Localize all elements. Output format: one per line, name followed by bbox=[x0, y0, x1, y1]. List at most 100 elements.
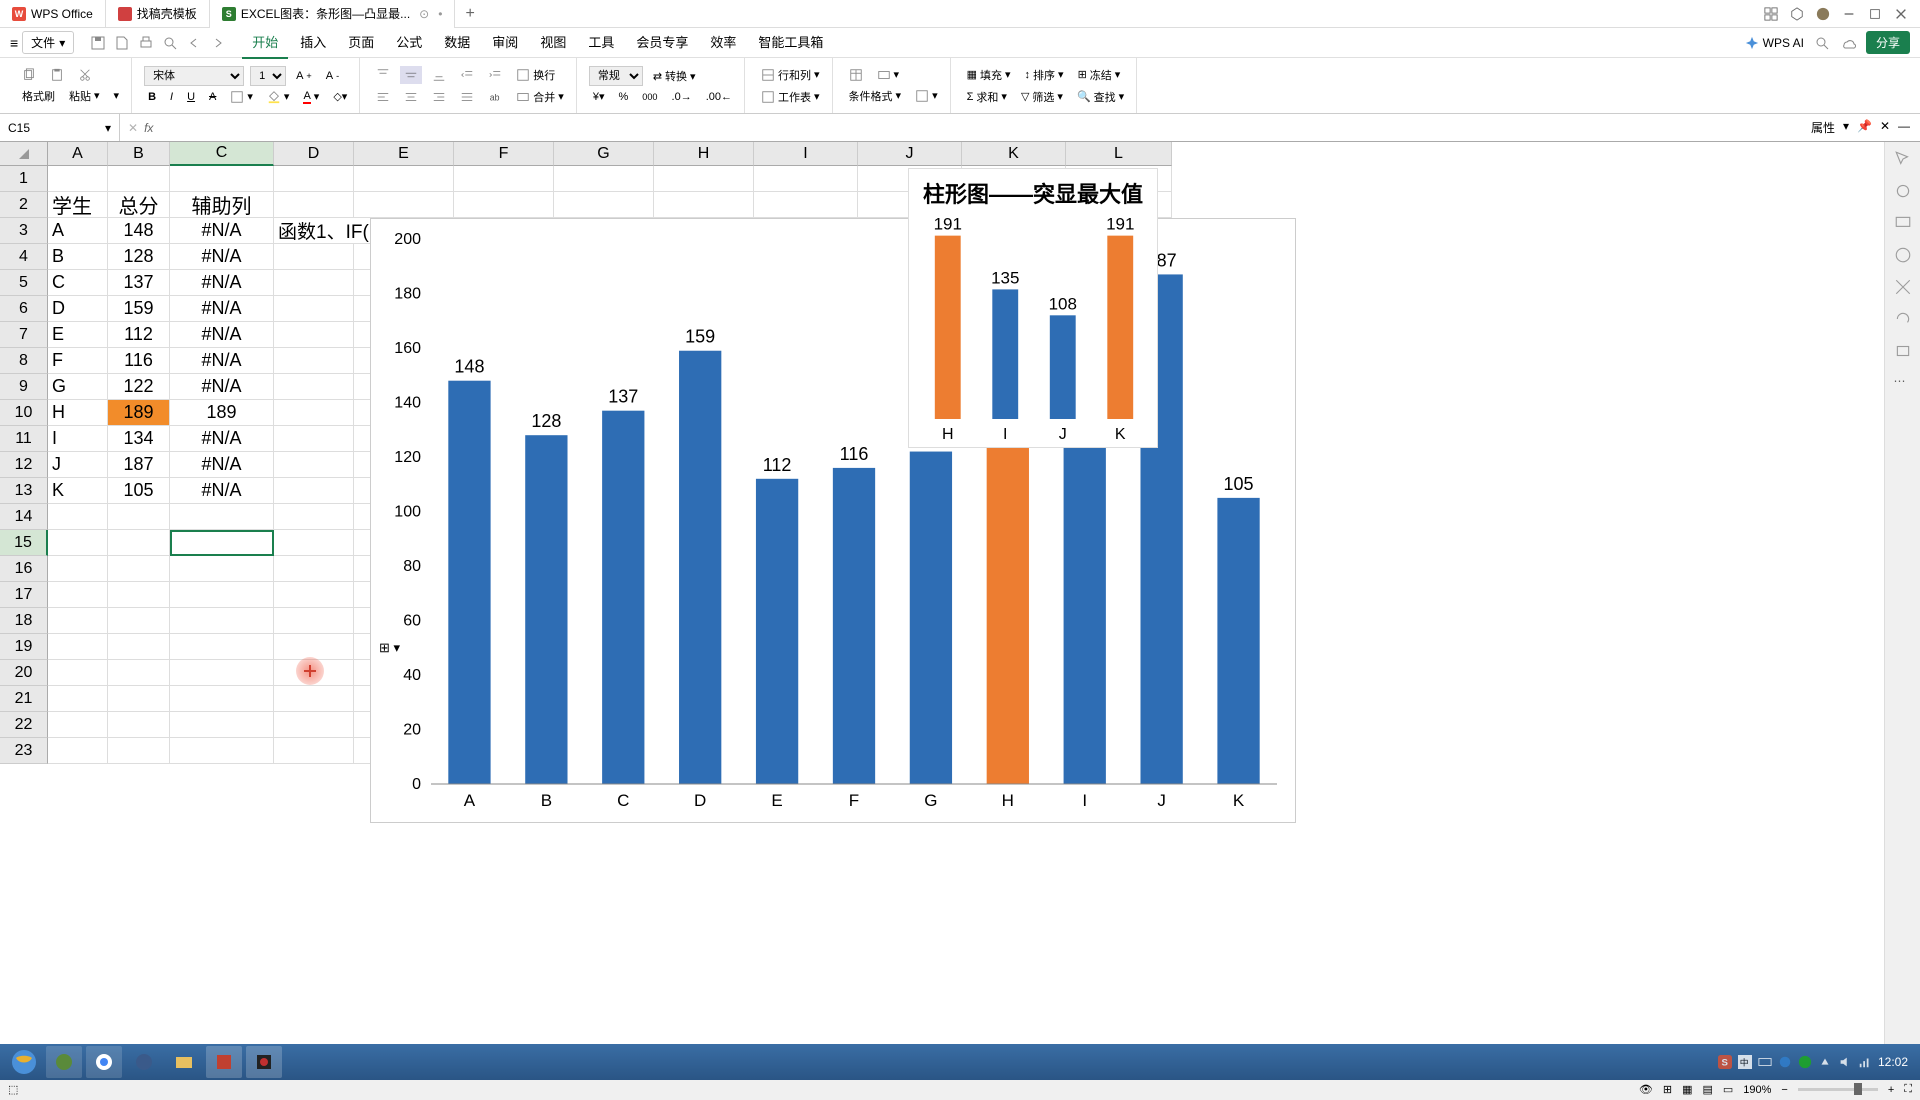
cell-D10[interactable] bbox=[274, 400, 354, 426]
row-header-18[interactable]: 18 bbox=[0, 608, 48, 634]
cell-B2[interactable]: 总分 bbox=[108, 192, 170, 218]
cell-B10[interactable]: 189 bbox=[108, 400, 170, 426]
cell-C5[interactable]: #N/A bbox=[170, 270, 274, 296]
clipboard-more[interactable]: ▾ bbox=[110, 87, 124, 104]
cell-A23[interactable] bbox=[48, 738, 108, 764]
tray-wechat-icon[interactable] bbox=[1798, 1055, 1812, 1069]
hex-icon[interactable] bbox=[1790, 7, 1804, 21]
avatar-icon[interactable] bbox=[1816, 7, 1830, 21]
align-top-button[interactable] bbox=[372, 66, 394, 84]
cell-D21[interactable] bbox=[274, 686, 354, 712]
cell-B15[interactable] bbox=[108, 530, 170, 556]
orientation-button[interactable]: ab bbox=[484, 88, 506, 106]
currency-button[interactable]: ¥▾ bbox=[589, 88, 609, 105]
align-center-button[interactable] bbox=[400, 88, 422, 106]
increase-font-button[interactable]: A+ bbox=[292, 68, 316, 84]
cell-D11[interactable] bbox=[274, 426, 354, 452]
tray-speaker-icon[interactable] bbox=[1838, 1055, 1852, 1069]
row-header-13[interactable]: 13 bbox=[0, 478, 48, 504]
export-icon[interactable] bbox=[114, 35, 130, 51]
cell-B14[interactable] bbox=[108, 504, 170, 530]
cell-E1[interactable] bbox=[354, 166, 454, 192]
border-button[interactable]: ▾ bbox=[226, 88, 257, 106]
table-style-button[interactable] bbox=[845, 66, 867, 84]
rect-icon[interactable] bbox=[1894, 342, 1912, 360]
cell-C12[interactable]: #N/A bbox=[170, 452, 274, 478]
cell-D7[interactable] bbox=[274, 322, 354, 348]
cell-C21[interactable] bbox=[170, 686, 274, 712]
row-col-button[interactable]: 行和列▾ bbox=[757, 65, 824, 85]
menu-tab-1[interactable]: 插入 bbox=[290, 26, 336, 59]
cell-A16[interactable] bbox=[48, 556, 108, 582]
tab-menu-icon[interactable]: ⊙ bbox=[419, 7, 429, 21]
filter-button[interactable]: ▽ 筛选▾ bbox=[1017, 87, 1067, 107]
cell-D1[interactable] bbox=[274, 166, 354, 192]
cell-A12[interactable]: J bbox=[48, 452, 108, 478]
italic-button[interactable]: I bbox=[166, 89, 177, 105]
row-header-17[interactable]: 17 bbox=[0, 582, 48, 608]
cell-B17[interactable] bbox=[108, 582, 170, 608]
worksheet-button[interactable]: 工作表▾ bbox=[757, 87, 824, 107]
cut-button[interactable] bbox=[74, 66, 96, 84]
cell-C19[interactable] bbox=[170, 634, 274, 660]
row-header-14[interactable]: 14 bbox=[0, 504, 48, 530]
cell-D4[interactable] bbox=[274, 244, 354, 270]
comment-icon[interactable] bbox=[1894, 214, 1912, 232]
tray-network-icon[interactable] bbox=[1858, 1055, 1872, 1069]
cell-B23[interactable] bbox=[108, 738, 170, 764]
cell-A17[interactable] bbox=[48, 582, 108, 608]
cell-D5[interactable] bbox=[274, 270, 354, 296]
zoom-in-button[interactable]: + bbox=[1888, 1084, 1894, 1096]
cell-D18[interactable] bbox=[274, 608, 354, 634]
row-header-1[interactable]: 1 bbox=[0, 166, 48, 192]
cell-C6[interactable]: #N/A bbox=[170, 296, 274, 322]
cell-B8[interactable]: 116 bbox=[108, 348, 170, 374]
add-tab-button[interactable]: + bbox=[455, 5, 484, 23]
cell-A13[interactable]: K bbox=[48, 478, 108, 504]
decrease-font-button[interactable]: A- bbox=[322, 68, 343, 84]
align-right-button[interactable] bbox=[428, 88, 450, 106]
cell-C4[interactable]: #N/A bbox=[170, 244, 274, 270]
cell-F1[interactable] bbox=[454, 166, 554, 192]
refresh-icon[interactable] bbox=[1894, 310, 1912, 328]
cell-D14[interactable] bbox=[274, 504, 354, 530]
task-explorer[interactable] bbox=[166, 1046, 202, 1078]
task-chrome[interactable] bbox=[86, 1046, 122, 1078]
cell-A4[interactable]: B bbox=[48, 244, 108, 270]
font-color-button[interactable]: A▾ bbox=[299, 88, 323, 106]
cell-B13[interactable]: 105 bbox=[108, 478, 170, 504]
row-header-8[interactable]: 8 bbox=[0, 348, 48, 374]
grid-icon[interactable] bbox=[1764, 7, 1778, 21]
cell-B11[interactable]: 134 bbox=[108, 426, 170, 452]
convert-button[interactable]: ⇄ 转换▾ bbox=[649, 66, 700, 86]
cell-E2[interactable] bbox=[354, 192, 454, 218]
col-header-F[interactable]: F bbox=[454, 142, 554, 166]
row-header-3[interactable]: 3 bbox=[0, 218, 48, 244]
cell-B4[interactable]: 128 bbox=[108, 244, 170, 270]
cell-C14[interactable] bbox=[170, 504, 274, 530]
row-header-9[interactable]: 9 bbox=[0, 374, 48, 400]
cell-B18[interactable] bbox=[108, 608, 170, 634]
select-icon[interactable] bbox=[1894, 150, 1912, 168]
task-app-5[interactable] bbox=[206, 1046, 242, 1078]
row-header-2[interactable]: 2 bbox=[0, 192, 48, 218]
cell-C8[interactable]: #N/A bbox=[170, 348, 274, 374]
row-header-23[interactable]: 23 bbox=[0, 738, 48, 764]
merge-button[interactable]: 合并▾ bbox=[512, 87, 568, 107]
menu-tab-3[interactable]: 公式 bbox=[386, 26, 432, 59]
decrease-decimal-button[interactable]: .0→ bbox=[668, 89, 696, 105]
row-header-21[interactable]: 21 bbox=[0, 686, 48, 712]
cell-D16[interactable] bbox=[274, 556, 354, 582]
col-header-L[interactable]: L bbox=[1066, 142, 1172, 166]
col-header-J[interactable]: J bbox=[858, 142, 962, 166]
menu-tab-2[interactable]: 页面 bbox=[338, 26, 384, 59]
collapse-icon[interactable]: — bbox=[1898, 119, 1910, 136]
col-header-H[interactable]: H bbox=[654, 142, 754, 166]
cell-C15[interactable] bbox=[170, 530, 274, 556]
maximize-button[interactable] bbox=[1868, 7, 1882, 21]
cell-A8[interactable]: F bbox=[48, 348, 108, 374]
cell-C16[interactable] bbox=[170, 556, 274, 582]
cell-A22[interactable] bbox=[48, 712, 108, 738]
paste-button[interactable] bbox=[46, 66, 68, 84]
menu-hamburger-icon[interactable]: ≡ bbox=[10, 35, 18, 51]
